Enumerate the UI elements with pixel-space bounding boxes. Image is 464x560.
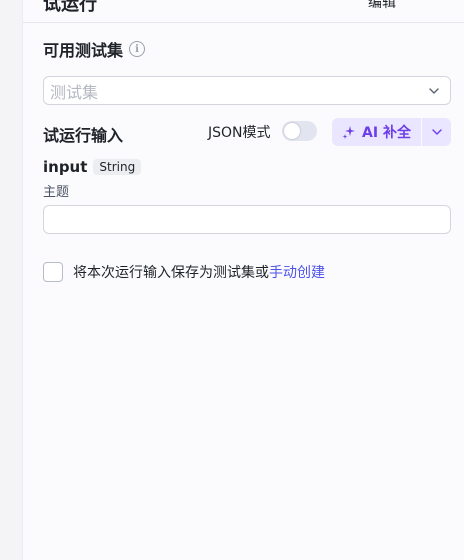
sparkle-icon: [342, 126, 356, 139]
panel-title: 试运行: [43, 0, 97, 15]
test-sets-title: 可用测试集 i: [43, 37, 146, 61]
chevron-down-icon: [431, 129, 442, 135]
field-description: 主题: [43, 185, 70, 200]
save-as-test-set-row: 将本次运行输入保存为测试集或手动创建: [43, 262, 325, 282]
save-text: 将本次运行输入保存为测试集或手动创建: [73, 262, 325, 282]
json-mode-label: JSON模式: [208, 125, 271, 141]
panel-header: 试运行 编辑: [23, 0, 464, 23]
info-icon[interactable]: i: [129, 41, 146, 57]
field-type-badge: String: [93, 159, 142, 175]
header-action[interactable]: 编辑: [368, 0, 396, 12]
trial-input-label: 试运行输入: [43, 126, 124, 145]
ai-complete-label: AI 补全: [362, 125, 411, 141]
toggle-knob: [284, 123, 300, 139]
test-sets-label: 可用测试集: [43, 41, 124, 60]
test-set-select-placeholder: 测试集: [50, 82, 99, 102]
trial-input-row: 试运行输入 JSON模式 AI 补全: [43, 118, 451, 146]
save-checkbox[interactable]: [43, 262, 63, 282]
ai-complete-dropdown[interactable]: [422, 118, 451, 146]
chevron-down-icon: [429, 87, 439, 94]
field-name: input: [43, 158, 88, 176]
json-mode-toggle[interactable]: [282, 121, 317, 141]
save-label: 将本次运行输入保存为测试集或: [73, 265, 269, 281]
manual-create-link[interactable]: 手动创建: [269, 265, 325, 281]
field-input[interactable]: [43, 205, 451, 234]
test-run-panel: 试运行 编辑 可用测试集 i 测试集 试运行输入 JSON模式 AI 补全 in…: [23, 0, 464, 560]
test-set-select[interactable]: 测试集: [43, 76, 451, 105]
left-sidebar-strip: [0, 0, 23, 560]
field-header: input String: [43, 158, 142, 176]
ai-complete-button[interactable]: AI 补全: [332, 118, 421, 146]
